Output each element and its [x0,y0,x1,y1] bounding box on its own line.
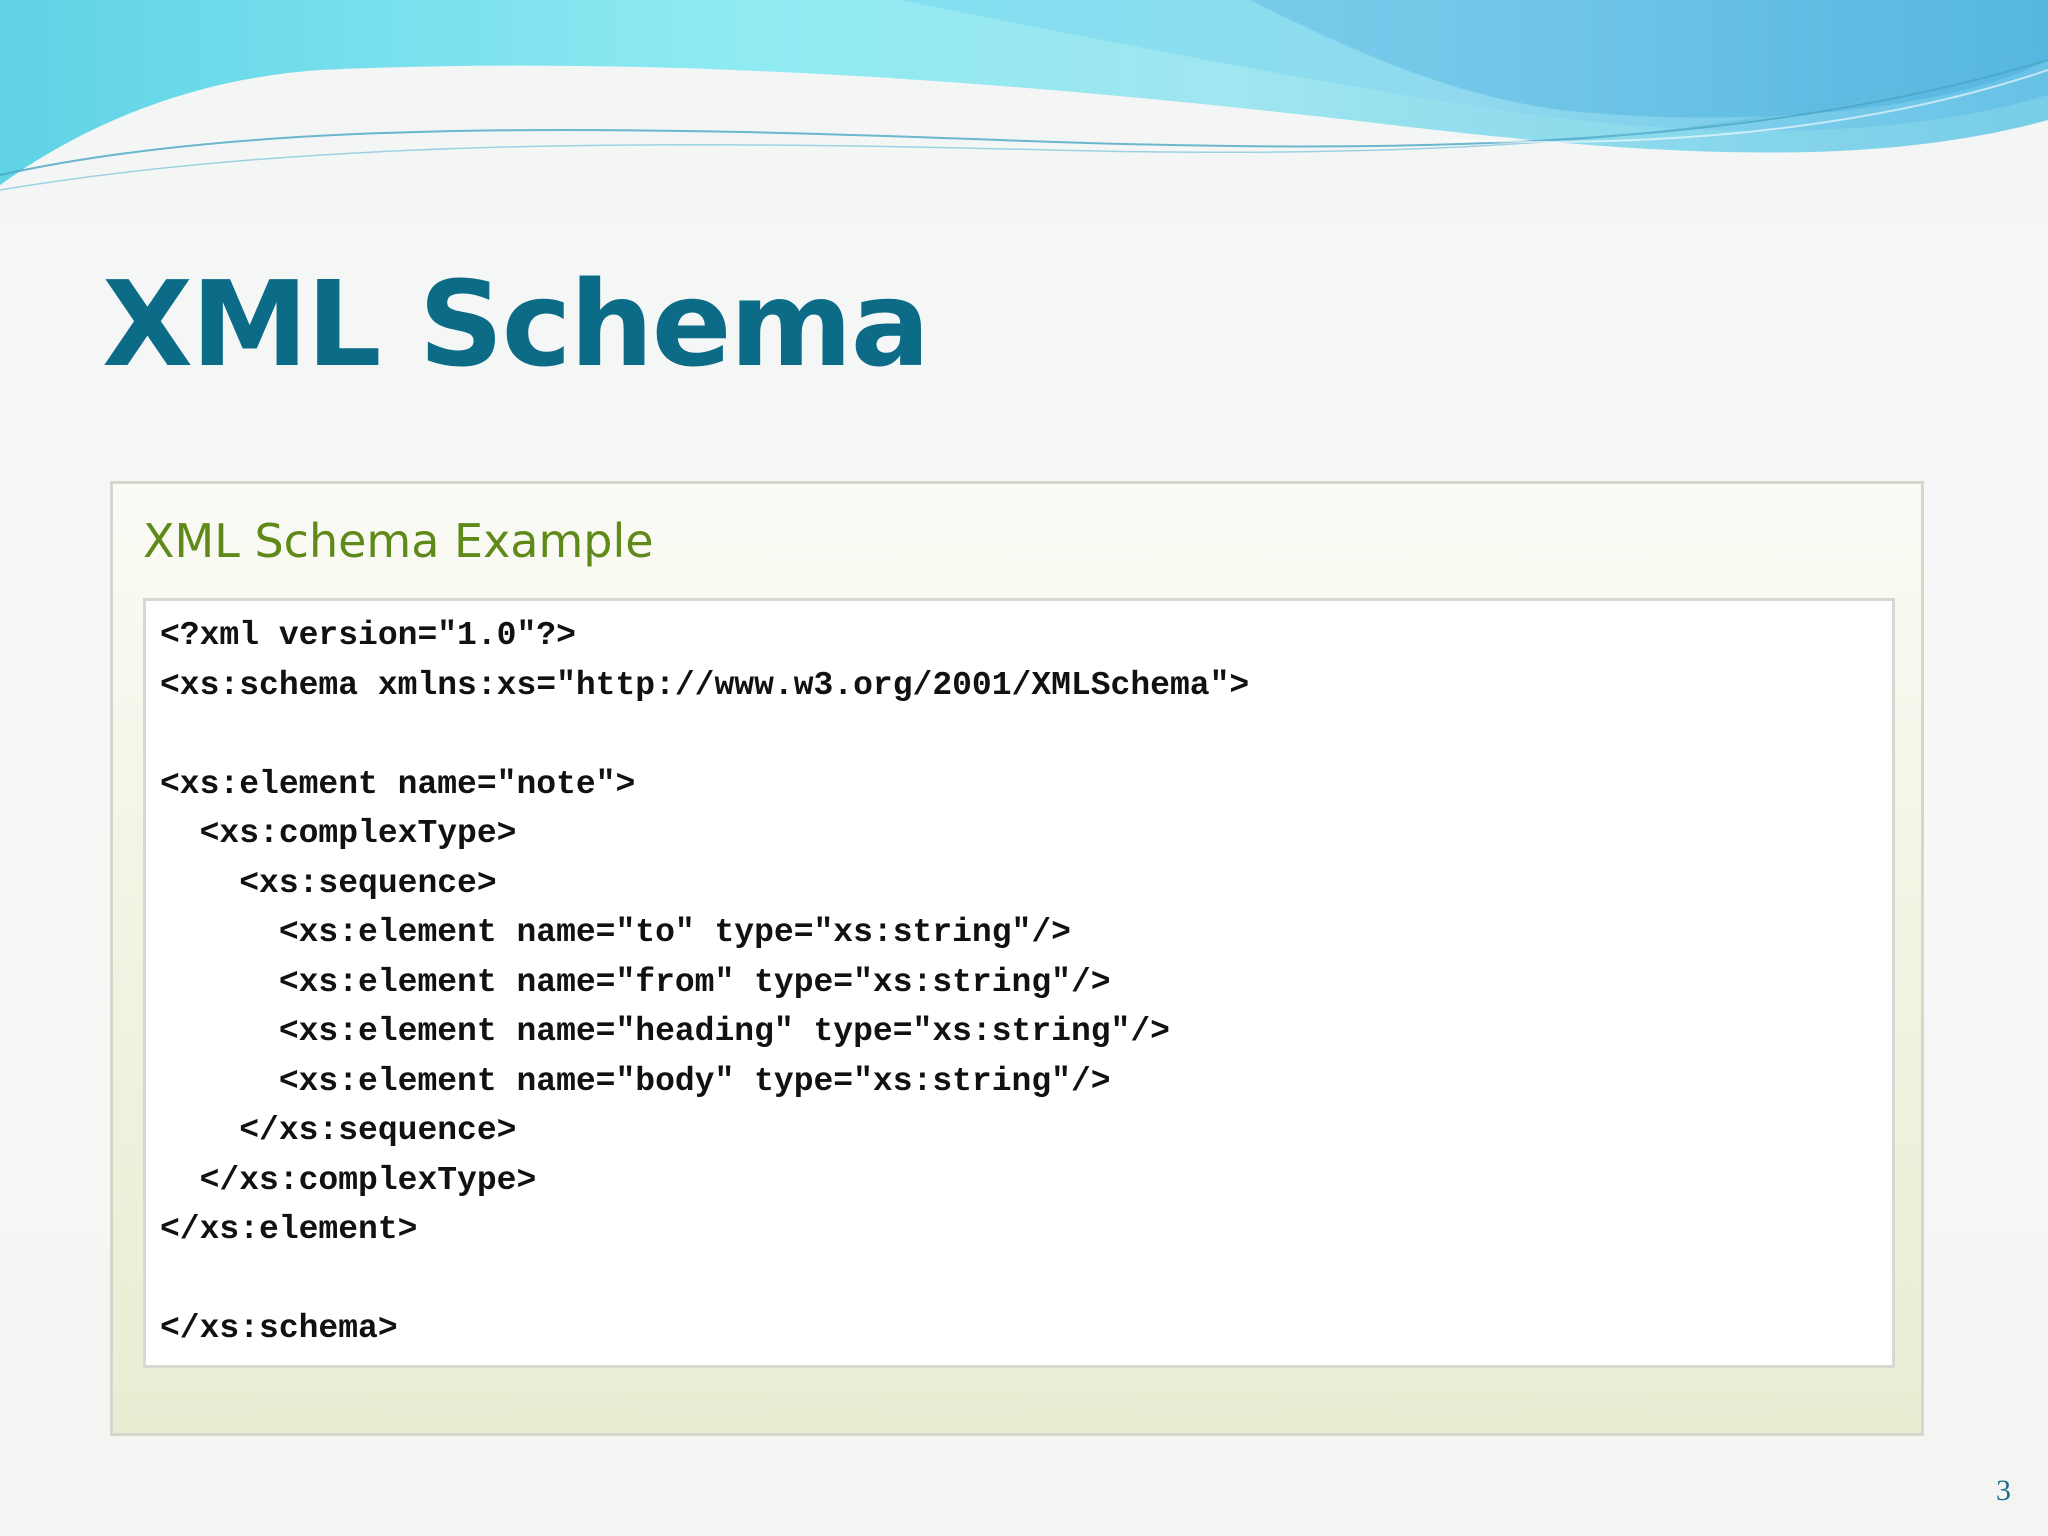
code-line: <xs:element name="to" type="xs:string"/> [160,914,1071,951]
code-line: </xs:sequence> [160,1112,517,1149]
example-box: XML Schema Example <?xml version="1.0"?>… [110,481,1924,1436]
slide-title: XML Schema [102,255,930,393]
code-line: <xs:schema xmlns:xs="http://www.w3.org/2… [160,666,1250,704]
code-block: <?xml version="1.0"?> <xs:schema xmlns:xs… [143,598,1895,1368]
code-line: <xs:element name="body" type="xs:string"… [160,1062,1111,1100]
slide: XML Schema XML Schema Example <?xml vers… [0,0,2048,1536]
code-line: </xs:schema> [160,1310,398,1347]
code-line: <xs:sequence> [160,864,497,902]
code-line: <xs:element name="from" type="xs:string"… [160,963,1111,1001]
code-listing: <?xml version="1.0"?> <xs:schema xmlns:xs… [160,611,1882,1354]
code-line: <xs:complexType> [160,815,517,852]
code-line: <?xml version="1.0"?> [160,617,576,654]
example-heading: XML Schema Example [143,514,654,568]
code-line: </xs:complexType> [160,1161,537,1199]
code-line: </xs:element> [160,1211,418,1248]
code-line: <xs:element name="heading" type="xs:stri… [160,1013,1170,1050]
page-number: 3 [1996,1474,2011,1507]
header-wave-decoration [0,0,2048,191]
code-line: <xs:element name="note"> [160,765,636,803]
